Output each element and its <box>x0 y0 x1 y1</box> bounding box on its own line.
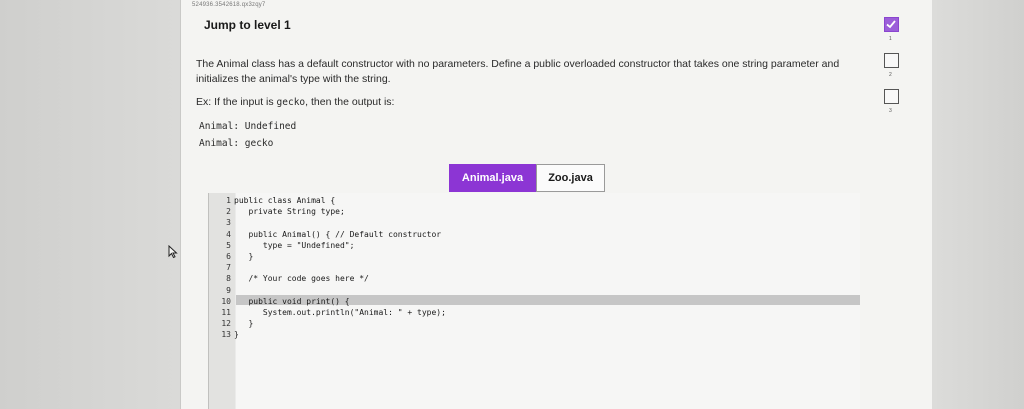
code-text: /* Your code goes here */ <box>234 274 369 284</box>
expected-output-line: Animal: gecko <box>199 138 274 149</box>
code-text: } <box>234 252 254 261</box>
level-3-checkbox[interactable] <box>884 89 899 104</box>
level-1-checkbox[interactable] <box>884 17 899 32</box>
example-input: gecko <box>276 97 306 108</box>
line-number: 6 <box>226 252 231 261</box>
line-number: 9 <box>226 285 231 295</box>
code-line[interactable]: 7 <box>209 262 861 274</box>
code-line[interactable]: 3 <box>209 217 861 229</box>
code-line[interactable]: 1 public class Animal { <box>209 195 861 207</box>
example-suffix: , then the output is: <box>305 96 395 108</box>
code-line[interactable]: 5 type = "Undefined"; <box>209 240 861 252</box>
line-number: 4 <box>226 229 231 239</box>
right-background <box>932 0 1024 409</box>
example-text: Ex: If the input is gecko, then the outp… <box>196 96 394 108</box>
line-number: 2 <box>226 207 231 217</box>
jump-to-level-link[interactable]: Jump to level 1 <box>204 18 291 32</box>
file-tabs: Animal.java Zoo.java <box>449 164 605 192</box>
tab-zoo-java[interactable]: Zoo.java <box>536 164 605 192</box>
expected-output-line: Animal: Undefined <box>199 121 297 132</box>
left-background <box>0 0 180 409</box>
code-text: private String type; <box>234 207 345 217</box>
line-number: 11 <box>221 308 231 317</box>
code-editor[interactable]: 1 public class Animal {2 private String t… <box>208 193 860 409</box>
line-number: 3 <box>226 218 231 228</box>
code-text: } <box>234 330 239 340</box>
code-text: } <box>234 319 254 329</box>
code-text: type = "Undefined"; <box>234 240 355 250</box>
mouse-cursor-icon <box>168 245 178 259</box>
problem-description: The Animal class has a default construct… <box>196 58 840 85</box>
code-line[interactable]: 11 System.out.println("Animal: " + type)… <box>209 307 861 319</box>
code-text: public Animal() { // Default constructor <box>234 229 442 239</box>
line-number: 8 <box>226 274 231 284</box>
code-text: public class Animal { <box>234 196 336 205</box>
code-line[interactable]: 6 } <box>209 251 861 263</box>
level-1-number: 1 <box>889 36 892 42</box>
code-line[interactable]: 8 /* Your code goes here */ <box>209 273 861 285</box>
code-line[interactable]: 10 public void print() { <box>209 296 861 308</box>
level-2-number: 2 <box>889 72 892 78</box>
check-icon <box>886 20 896 29</box>
code-line[interactable]: 13} <box>209 329 861 341</box>
activity-id: 524936.3542618.qx3zqy7 <box>192 2 266 8</box>
tab-animal-java[interactable]: Animal.java <box>449 164 536 192</box>
code-line[interactable]: 12 } <box>209 318 861 330</box>
line-number: 13 <box>221 330 231 340</box>
line-number: 7 <box>226 263 231 273</box>
code-line[interactable]: 9 <box>209 285 861 297</box>
level-2-checkbox[interactable] <box>884 53 899 68</box>
level-3-number: 3 <box>889 108 892 114</box>
example-prefix: Ex: If the input is <box>196 96 277 108</box>
line-number: 12 <box>221 319 231 329</box>
code-line[interactable]: 2 private String type; <box>209 206 861 218</box>
code-text: public void print() { <box>234 296 350 306</box>
code-line[interactable]: 4 public Animal() { // Default construct… <box>209 229 861 241</box>
line-number: 1 <box>226 196 231 205</box>
line-number: 5 <box>226 240 231 250</box>
line-number: 10 <box>221 296 231 306</box>
code-text: System.out.println("Animal: " + type); <box>234 308 446 317</box>
